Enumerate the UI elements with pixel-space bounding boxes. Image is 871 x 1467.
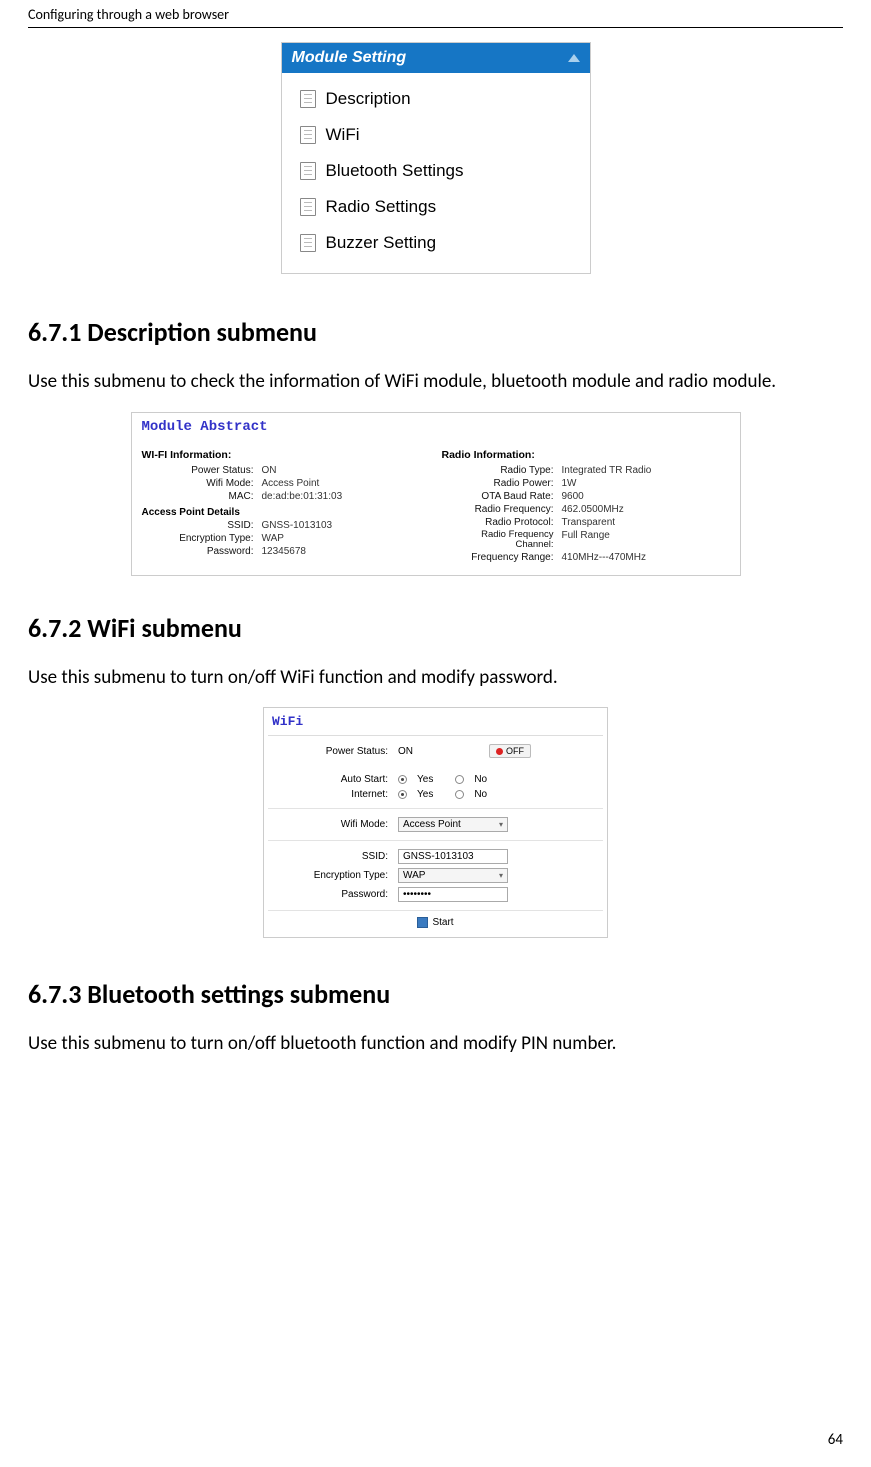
module-abstract-title: Module Abstract xyxy=(142,419,730,435)
label: Wifi Mode: xyxy=(142,478,262,489)
label: Encryption Type: xyxy=(268,870,398,881)
ssid-input[interactable]: GNSS-1013103 xyxy=(398,849,508,864)
label: Power Status: xyxy=(142,465,262,476)
module-setting-panel: Module Setting Description WiFi Bluetoot… xyxy=(281,42,591,274)
wifi-info-head: WI-FI Information: xyxy=(142,449,430,461)
radio-no[interactable] xyxy=(455,775,464,784)
value: 12345678 xyxy=(262,546,307,557)
value: Transparent xyxy=(562,517,616,528)
radio-no[interactable] xyxy=(455,790,464,799)
input-value: •••••••• xyxy=(403,889,431,900)
value: Access Point xyxy=(262,478,320,489)
menu-item-radio[interactable]: Radio Settings xyxy=(282,189,590,225)
label: Auto Start: xyxy=(268,774,398,785)
label: Password: xyxy=(142,546,262,557)
select-value: Access Point xyxy=(403,819,461,830)
yes-label: Yes xyxy=(417,774,433,785)
text-673: Use this submenu to turn on/off bluetoot… xyxy=(28,1032,843,1056)
value: 9600 xyxy=(562,491,584,502)
label: MAC: xyxy=(142,491,262,502)
value: 410MHz---470MHz xyxy=(562,552,646,563)
no-label: No xyxy=(474,789,487,800)
module-setting-title: Module Setting xyxy=(292,49,407,67)
value: ON xyxy=(262,465,277,476)
value: 1W xyxy=(562,478,577,489)
module-abstract-figure: Module Abstract WI-FI Information: Power… xyxy=(131,412,741,576)
start-label: Start xyxy=(432,917,453,928)
label: Radio Protocol: xyxy=(442,517,562,528)
wifi-fig-title: WiFi xyxy=(268,712,603,736)
apd-head: Access Point Details xyxy=(142,507,430,518)
document-icon xyxy=(300,126,316,144)
heading-671: 6.7.1 Description submenu xyxy=(28,316,843,348)
module-setting-list: Description WiFi Bluetooth Settings Radi… xyxy=(282,73,590,273)
encryption-select[interactable]: WAP ▾ xyxy=(398,868,508,883)
save-icon xyxy=(417,917,428,928)
module-setting-header[interactable]: Module Setting xyxy=(282,43,590,73)
value: WAP xyxy=(262,533,284,544)
text-672: Use this submenu to turn on/off WiFi fun… xyxy=(28,666,843,690)
label: Radio Type: xyxy=(442,465,562,476)
label: Encryption Type: xyxy=(142,533,262,544)
text-671: Use this submenu to check the informatio… xyxy=(28,370,843,394)
value: Full Range xyxy=(562,530,610,550)
chevron-up-icon xyxy=(568,54,580,62)
value: 462.0500MHz xyxy=(562,504,624,515)
start-button[interactable]: Start xyxy=(417,917,453,928)
label: Wifi Mode: xyxy=(268,819,398,830)
menu-item-bluetooth[interactable]: Bluetooth Settings xyxy=(282,153,590,189)
value: de:ad:be:01:31:03 xyxy=(262,491,343,502)
radio-info-column: Radio Information: Radio Type:Integrated… xyxy=(442,449,730,565)
menu-item-label: Buzzer Setting xyxy=(326,233,437,253)
label: OTA Baud Rate: xyxy=(442,491,562,502)
menu-item-label: WiFi xyxy=(326,125,360,145)
value: Integrated TR Radio xyxy=(562,465,652,476)
page-header: Configuring through a web browser xyxy=(28,0,843,28)
wifi-mode-select[interactable]: Access Point ▾ xyxy=(398,817,508,832)
input-value: GNSS-1013103 xyxy=(403,851,474,862)
menu-item-description[interactable]: Description xyxy=(282,81,590,117)
label: Frequency Range: xyxy=(442,552,562,563)
radio-yes[interactable] xyxy=(398,790,407,799)
menu-item-label: Bluetooth Settings xyxy=(326,161,464,181)
document-icon xyxy=(300,90,316,108)
select-value: WAP xyxy=(403,870,425,881)
chevron-down-icon: ▾ xyxy=(499,871,503,880)
radio-yes[interactable] xyxy=(398,775,407,784)
label: Internet: xyxy=(268,789,398,800)
menu-item-label: Radio Settings xyxy=(326,197,437,217)
heading-673: 6.7.3 Bluetooth settings submenu xyxy=(28,978,843,1010)
menu-item-wifi[interactable]: WiFi xyxy=(282,117,590,153)
off-label: OFF xyxy=(506,746,524,756)
wifi-figure: WiFi Power Status: ON OFF Auto Start: Ye… xyxy=(263,707,608,938)
chevron-down-icon: ▾ xyxy=(499,820,503,829)
value: ON xyxy=(398,746,413,757)
page-header-title: Configuring through a web browser xyxy=(28,6,229,23)
document-icon xyxy=(300,234,316,252)
page-number: 64 xyxy=(828,1431,843,1449)
label: Radio Frequency Channel: xyxy=(442,530,562,550)
label: Radio Frequency: xyxy=(442,504,562,515)
document-icon xyxy=(300,162,316,180)
wifi-info-column: WI-FI Information: Power Status:ON Wifi … xyxy=(142,449,430,565)
value: GNSS-1013103 xyxy=(262,520,333,531)
heading-672: 6.7.2 WiFi submenu xyxy=(28,612,843,644)
label: Power Status: xyxy=(268,746,398,757)
no-label: No xyxy=(474,774,487,785)
label: SSID: xyxy=(142,520,262,531)
menu-item-label: Description xyxy=(326,89,411,109)
label: Password: xyxy=(268,889,398,900)
off-icon xyxy=(496,748,503,755)
label: SSID: xyxy=(268,851,398,862)
password-input[interactable]: •••••••• xyxy=(398,887,508,902)
label: Radio Power: xyxy=(442,478,562,489)
off-button[interactable]: OFF xyxy=(489,744,531,758)
yes-label: Yes xyxy=(417,789,433,800)
document-icon xyxy=(300,198,316,216)
menu-item-buzzer[interactable]: Buzzer Setting xyxy=(282,225,590,261)
radio-info-head: Radio Information: xyxy=(442,449,730,461)
